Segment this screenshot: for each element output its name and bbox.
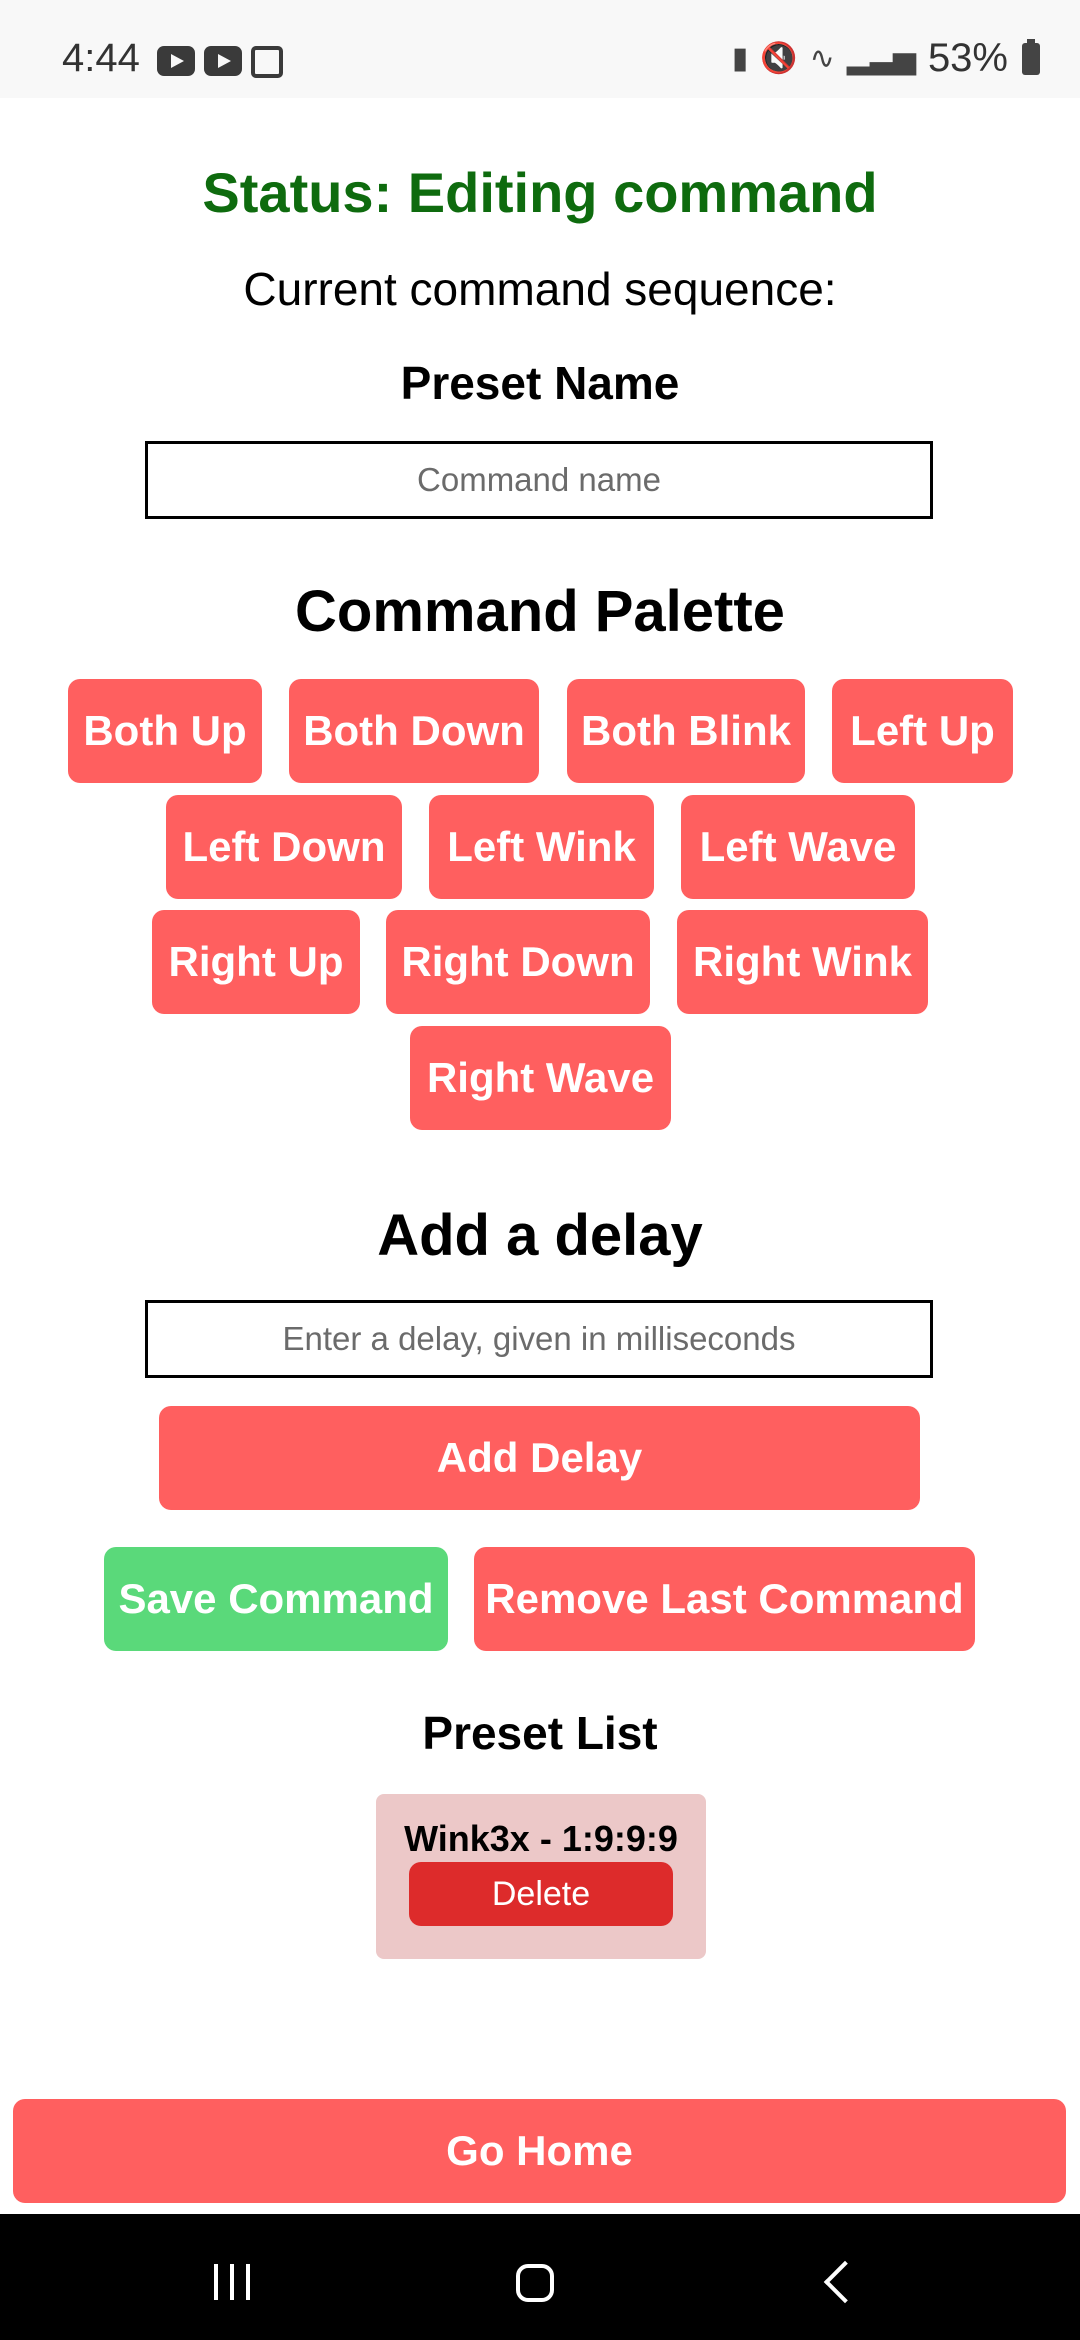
- right-up-button[interactable]: Right Up: [152, 910, 360, 1014]
- mute-icon: 🔇: [760, 41, 798, 75]
- left-up-button[interactable]: Left Up: [832, 679, 1013, 783]
- save-command-button[interactable]: Save Command: [104, 1547, 448, 1651]
- right-wink-button[interactable]: Right Wink: [677, 910, 928, 1014]
- youtube-icon: [204, 46, 242, 76]
- notification-icons: [157, 46, 283, 78]
- gallery-icon: [251, 46, 283, 78]
- wifi-icon: ∿: [809, 41, 835, 75]
- signal-icon: ▂▃▅: [846, 41, 916, 75]
- delay-input[interactable]: [145, 1300, 933, 1378]
- home-icon[interactable]: [516, 2264, 554, 2302]
- status-text: Status: Editing command: [202, 161, 878, 224]
- preset-item-text: Wink3x - 1:9:9:9: [404, 1818, 678, 1859]
- battery-percent: 53%: [927, 36, 1008, 80]
- add-delay-title: Add a delay: [377, 1203, 703, 1268]
- command-name-input[interactable]: [145, 441, 933, 519]
- right-wave-button[interactable]: Right Wave: [410, 1026, 671, 1130]
- nfc-icon: ▮: [731, 41, 749, 75]
- add-delay-button[interactable]: Add Delay: [159, 1406, 920, 1510]
- recents-icon[interactable]: [214, 2264, 250, 2300]
- left-down-button[interactable]: Left Down: [166, 795, 402, 899]
- both-down-button[interactable]: Both Down: [289, 679, 539, 783]
- sequence-label: Current command sequence:: [243, 263, 837, 315]
- left-wink-button[interactable]: Left Wink: [429, 795, 654, 899]
- remove-last-command-button[interactable]: Remove Last Command: [474, 1547, 975, 1651]
- battery-icon: [1022, 38, 1040, 75]
- clock: 4:44: [62, 36, 140, 80]
- preset-item: Wink3x - 1:9:9:9 Delete: [376, 1794, 706, 1959]
- preset-name-title: Preset Name: [400, 357, 680, 409]
- status-bar: 4:44 ▮ 🔇 ∿ ▂▃▅ 53%: [0, 0, 1080, 98]
- preset-list-title: Preset List: [422, 1707, 658, 1759]
- youtube-icon: [157, 46, 195, 76]
- system-icons: ▮ 🔇 ∿ ▂▃▅ 53%: [732, 36, 1040, 81]
- both-up-button[interactable]: Both Up: [68, 679, 262, 783]
- go-home-button[interactable]: Go Home: [13, 2099, 1066, 2203]
- back-icon[interactable]: [823, 2260, 867, 2304]
- left-wave-button[interactable]: Left Wave: [681, 795, 915, 899]
- navigation-bar: [0, 2214, 1080, 2340]
- command-palette-title: Command Palette: [295, 579, 785, 644]
- right-down-button[interactable]: Right Down: [386, 910, 650, 1014]
- delete-preset-button[interactable]: Delete: [409, 1862, 673, 1926]
- both-blink-button[interactable]: Both Blink: [567, 679, 805, 783]
